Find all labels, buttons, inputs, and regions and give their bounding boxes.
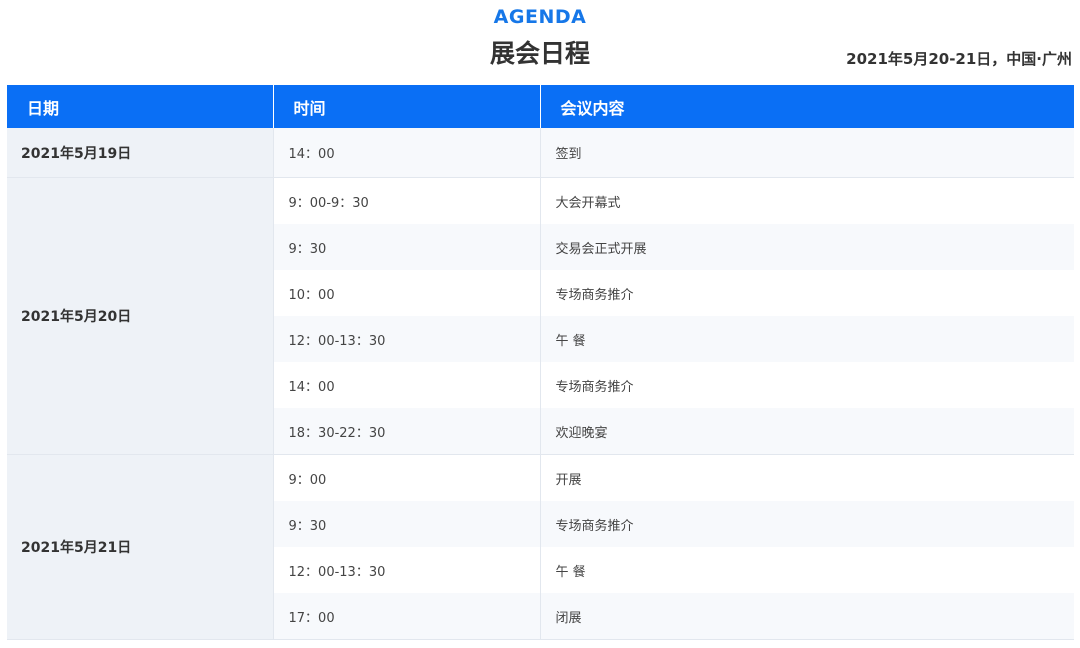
date-cell: 2021年5月21日: [7, 454, 274, 640]
agenda-table: 日期 时间 会议内容 2021年5月19日 14：00 签到 2021年5月20…: [7, 85, 1074, 640]
date-cell: 2021年5月19日: [7, 128, 274, 178]
content-cell: 午 餐: [540, 316, 1074, 362]
page-header: AGENDA 展会日程 2021年5月20-21日，中国·广州: [0, 0, 1080, 84]
content-cell: 大会开幕式: [540, 177, 1074, 224]
table-row: 2021年5月20日 9：00-9：30 大会开幕式: [7, 177, 1074, 455]
content-cell: 交易会正式开展: [540, 224, 1074, 270]
time-cell: 17：00: [273, 593, 541, 640]
event-date-location: 2021年5月20-21日，中国·广州: [846, 50, 1072, 68]
time-cell: 9：30: [273, 224, 541, 270]
content-cell: 开展: [540, 454, 1074, 501]
date-cell: 2021年5月20日: [7, 177, 274, 455]
time-cell: 12：00-13：30: [273, 547, 541, 593]
content-cell: 欢迎晚宴: [540, 408, 1074, 455]
table-header-row: 日期 时间 会议内容: [7, 85, 1074, 128]
time-cell: 14：00: [273, 362, 541, 408]
column-header-time: 时间: [273, 85, 541, 128]
content-cell: 闭展: [540, 593, 1074, 640]
time-cell: 9：00-9：30: [273, 177, 541, 224]
time-cell: 12：00-13：30: [273, 316, 541, 362]
content-cell: 专场商务推介: [540, 362, 1074, 408]
time-cell: 14：00: [273, 128, 541, 178]
column-header-date: 日期: [7, 85, 274, 128]
column-header-content: 会议内容: [540, 85, 1074, 128]
content-cell: 专场商务推介: [540, 501, 1074, 547]
agenda-label: AGENDA: [493, 6, 587, 28]
table-row: 2021年5月21日 9：00 开展: [7, 454, 1074, 640]
time-cell: 10：00: [273, 270, 541, 316]
content-cell: 专场商务推介: [540, 270, 1074, 316]
table-row: 2021年5月19日 14：00 签到: [7, 128, 1074, 178]
content-cell: 午 餐: [540, 547, 1074, 593]
time-cell: 18：30-22：30: [273, 408, 541, 455]
time-cell: 9：30: [273, 501, 541, 547]
content-cell: 签到: [540, 128, 1074, 178]
time-cell: 9：00: [273, 454, 541, 501]
